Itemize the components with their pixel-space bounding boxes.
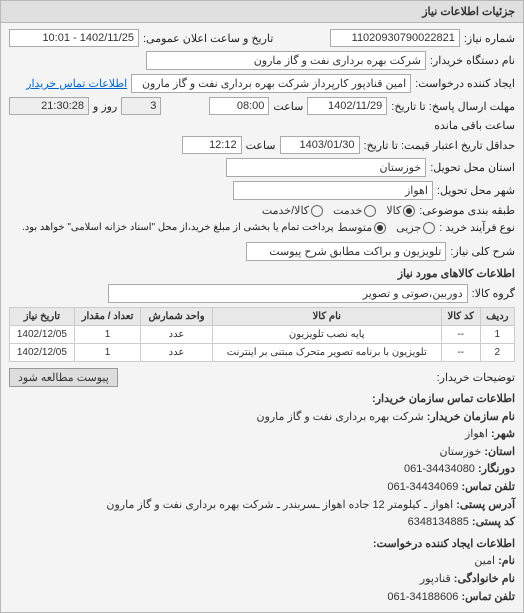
panel-title: جزئیات اطلاعات نیاز <box>1 1 523 23</box>
th-code: کد کالا <box>441 308 480 326</box>
requester-label: ایجاد کننده درخواست: <box>415 77 515 90</box>
th-idx: ردیف <box>480 308 514 326</box>
subject-type-group: کالا خدمت کالا/خدمت <box>262 204 415 217</box>
radio-medium-label: متوسط <box>338 221 373 234</box>
req-name-label: نام: <box>498 555 515 567</box>
buyer-contact-link[interactable]: اطلاعات تماس خریدار <box>26 77 127 90</box>
need-number-label: شماره نیاز: <box>464 32 515 45</box>
need-desc-field: تلویزیون و براکت مطابق شرح پیوست <box>246 242 446 261</box>
contact-address-label: آدرس پستی: <box>456 499 515 511</box>
contact-phone-label: تلفن تماس: <box>461 481 515 493</box>
req-phone: 34188606-061 <box>387 591 458 603</box>
cell-code: -- <box>441 326 480 344</box>
province-label: استان محل تحویل: <box>430 161 515 174</box>
cell-code: -- <box>441 344 480 362</box>
cell-name: تلویزیون با برنامه تصویر متحرک مبتنی بر … <box>212 344 441 362</box>
contact-postal: 6348134885 <box>408 516 469 528</box>
items-section-title: اطلاعات کالاهای مورد نیاز <box>9 267 515 280</box>
cell-idx: 2 <box>480 344 514 362</box>
req-family-label: نام خانوادگی: <box>454 573 515 585</box>
cell-date: 1402/12/05 <box>10 344 75 362</box>
cell-name: پایه نصب تلویزیون <box>212 326 441 344</box>
subject-type-label: طبقه بندی موضوعی: <box>419 204 515 217</box>
purchase-type-group: جزیی متوسط <box>338 221 436 234</box>
remain-time-field: 21:30:28 <box>9 97 89 115</box>
buyer-notes-label: توضیحات خریدار: <box>437 371 515 384</box>
pub-datetime-field: 1402/11/25 - 10:01 <box>9 29 139 47</box>
validity-time-field: 12:12 <box>182 136 242 154</box>
radio-both[interactable] <box>311 205 323 217</box>
response-deadline-label: مهلت ارسال پاسخ: تا تاریخ: <box>391 100 515 113</box>
radio-goods-label: کالا <box>386 204 401 217</box>
radio-goods[interactable] <box>403 205 415 217</box>
remain-days-field: 3 <box>121 97 161 115</box>
cell-unit: عدد <box>141 344 212 362</box>
purchase-note: پرداخت تمام یا بخشی از مبلغ خرید،از محل … <box>22 222 334 233</box>
contact-fax-label: دورنگار: <box>478 463 515 475</box>
attachment-button[interactable]: پیوست مطالعه شود <box>9 368 118 387</box>
table-row: 2 -- تلویزیون با برنامه تصویر متحرک مبتن… <box>10 344 515 362</box>
contact-city-label: شهر: <box>491 428 515 440</box>
buyer-org-label: نام دستگاه خریدار: <box>430 54 515 67</box>
cell-unit: عدد <box>141 326 212 344</box>
items-table: ردیف کد کالا نام کالا واحد شمارش تعداد /… <box>9 307 515 362</box>
contact-fax: 34434080-061 <box>404 463 475 475</box>
radio-service-label: خدمت <box>333 204 362 217</box>
req-family: قنادپور <box>420 573 451 585</box>
group-label: گروه کالا: <box>472 287 515 300</box>
radio-both-label: کالا/خدمت <box>262 204 309 217</box>
pub-datetime-label: تاریخ و ساعت اعلان عمومی: <box>143 32 273 45</box>
radio-service[interactable] <box>364 205 376 217</box>
time-label-1: ساعت <box>273 100 303 113</box>
th-unit: واحد شمارش <box>141 308 212 326</box>
city-label: شهر محل تحویل: <box>437 184 515 197</box>
purchase-type-label: نوع فرآیند خرید : <box>439 221 515 234</box>
contact-phone: 34434069-061 <box>387 481 458 493</box>
cell-date: 1402/12/05 <box>10 326 75 344</box>
contact-title: اطلاعات تماس سازمان خریدار: <box>9 391 515 409</box>
cell-qty: 1 <box>74 326 141 344</box>
need-desc-label: شرح کلی نیاز: <box>450 245 515 258</box>
contact-province-label: استان: <box>484 446 515 458</box>
response-time-field: 08:00 <box>209 97 269 115</box>
time-label-2: ساعت <box>246 139 276 152</box>
cell-qty: 1 <box>74 344 141 362</box>
remain-suffix-label: ساعت باقی مانده <box>434 119 515 132</box>
need-number-field: 11020930790022821 <box>330 29 460 47</box>
contact-province: خوزستان <box>439 446 481 458</box>
city-field: اهواز <box>233 181 433 200</box>
th-date: تاریخ نیاز <box>10 308 75 326</box>
contact-org-label: نام سازمان خریدار: <box>427 411 515 423</box>
group-field: دوربین،صوتی و تصویر <box>108 284 468 303</box>
radio-minor[interactable] <box>423 222 435 234</box>
contact-address: اهواز ـ کیلومتر 12 جاده اهواز ـسربندر ـ … <box>106 499 453 511</box>
response-date-field: 1402/11/29 <box>307 97 387 115</box>
contact-org: شرکت بهره برداری نفت و گاز مارون <box>256 411 423 423</box>
radio-minor-label: جزیی <box>396 221 421 234</box>
radio-medium[interactable] <box>374 222 386 234</box>
contact-postal-label: کد پستی: <box>472 516 515 528</box>
contact-city: اهواز <box>465 428 488 440</box>
province-field: خوزستان <box>226 158 426 177</box>
buyer-org-field: شرکت بهره برداری نفت و گاز مارون <box>146 51 426 70</box>
validity-label: حداقل تاریخ اعتبار قیمت: تا تاریخ: <box>364 139 515 152</box>
th-qty: تعداد / مقدار <box>74 308 141 326</box>
requester-field: امین قنادپور کارپرداز شرکت بهره برداری ن… <box>131 74 411 93</box>
req-phone-label: تلفن تماس: <box>461 591 515 603</box>
th-name: نام کالا <box>212 308 441 326</box>
requester-contact-title: اطلاعات ایجاد کننده درخواست: <box>9 536 515 554</box>
table-row: 1 -- پایه نصب تلویزیون عدد 1 1402/12/05 <box>10 326 515 344</box>
cell-idx: 1 <box>480 326 514 344</box>
validity-date-field: 1403/01/30 <box>280 136 360 154</box>
req-name: امین <box>474 555 495 567</box>
days-and-label: روز و <box>93 100 117 113</box>
